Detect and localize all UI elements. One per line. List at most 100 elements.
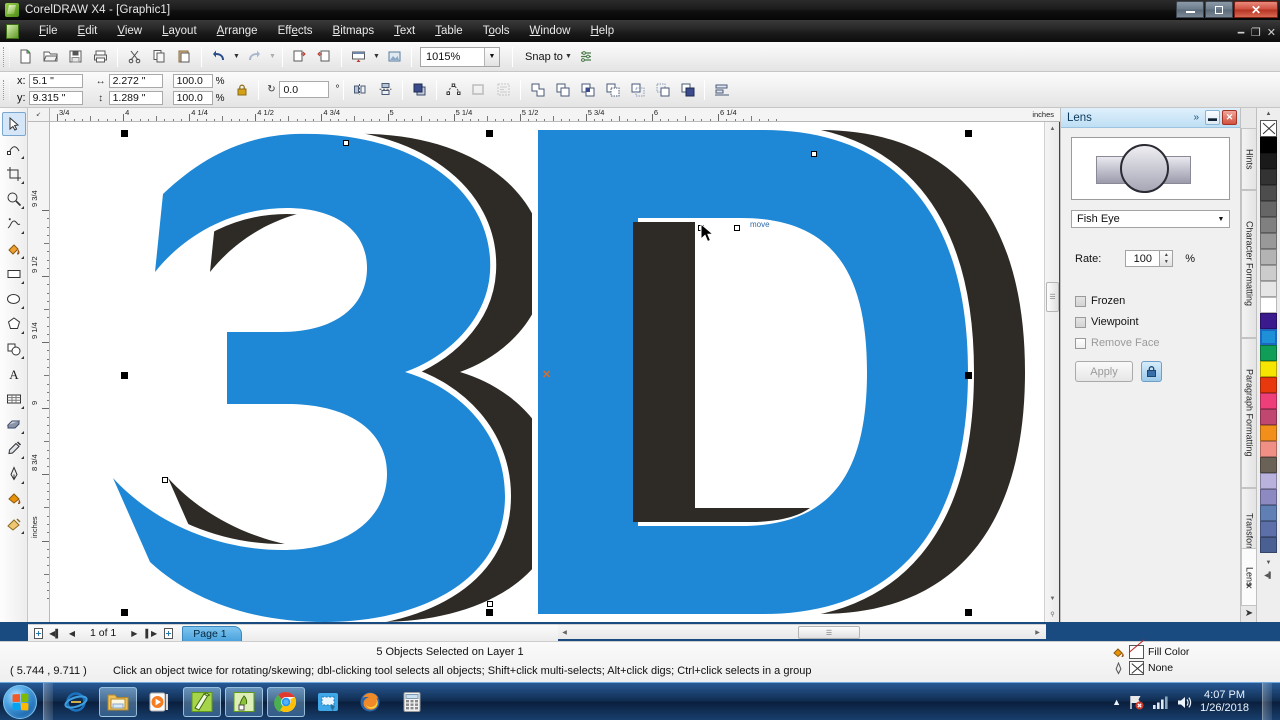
docker-tab-paragraph-formatting[interactable]: Paragraph Formatting [1241,338,1257,488]
taskbar-item-internet-explorer[interactable] [57,687,95,717]
taskbar-item-coreldraw[interactable] [183,686,221,717]
start-button[interactable] [3,684,37,719]
scale-horizontal-input[interactable]: 100.0 [172,74,213,88]
fill-color-row[interactable]: Fill Color [1112,645,1189,659]
flyout-arrow-icon[interactable] [20,256,24,259]
paste-icon[interactable] [173,45,196,68]
ellipse-tool[interactable] [2,287,26,311]
add-page-before-icon[interactable] [31,626,45,640]
flyout-arrow-icon[interactable] [20,506,24,509]
vertical-scroll-thumb[interactable]: ☰ [1046,282,1059,312]
menu-help[interactable]: Help [580,22,624,40]
palette-swatch[interactable] [1260,425,1277,441]
front-minus-back-icon[interactable] [626,78,649,101]
y-position-input[interactable]: 9.315 " [28,91,83,105]
chevron-double-right-icon[interactable]: » [1193,112,1199,123]
flyout-arrow-icon[interactable] [20,481,24,484]
print-icon[interactable] [89,45,112,68]
palette-swatch[interactable] [1260,137,1277,153]
palette-swatch[interactable] [1260,361,1277,377]
palette-swatch[interactable] [1260,457,1277,473]
flyout-arrow-icon[interactable] [20,456,24,459]
remove-face-checkbox[interactable] [1075,337,1086,349]
outline-icon[interactable] [467,78,490,101]
zoom-level-combobox[interactable]: 1015% ▼ [420,46,500,67]
palette-swatch[interactable] [1260,265,1277,281]
redo-dropdown-arrow[interactable]: ▼ [267,45,278,68]
rate-spinner[interactable]: ▲ ▼ [1160,250,1174,267]
taskbar-item-google-chrome[interactable] [267,686,305,717]
text-tool[interactable]: A [2,362,26,386]
selection-handle-ne[interactable] [965,130,972,137]
new-document-icon[interactable] [14,45,37,68]
blend-tool[interactable] [2,412,26,436]
launcher-dropdown-arrow[interactable]: ▼ [371,45,382,68]
scroll-left-button[interactable]: ◀ [558,626,571,639]
menu-edit[interactable]: Edit [68,22,108,40]
basic-shapes-tool[interactable] [2,337,26,361]
palette-swatch[interactable] [1260,169,1277,185]
taskbar-item-media-player[interactable] [141,687,179,717]
toolbar-grip[interactable] [3,46,10,67]
doc-close-button[interactable]: ✕ [1267,26,1276,39]
page-tab-page-1[interactable]: Page 1 [182,625,242,641]
outline-color-swatch[interactable] [1129,661,1144,675]
redo-icon[interactable] [243,45,266,68]
viewpoint-checkbox-row[interactable]: Viewpoint [1075,316,1240,328]
palette-swatch[interactable] [1260,313,1277,329]
palette-swatch[interactable] [1260,233,1277,249]
mirror-horizontal-icon[interactable] [349,78,372,101]
save-icon[interactable] [64,45,87,68]
align-and-distribute-icon[interactable] [710,78,733,101]
selection-handle-w[interactable] [121,372,128,379]
scroll-up-icon[interactable]: ▲ [1261,108,1277,120]
flyout-arrow-icon[interactable] [20,356,24,359]
palette-swatch[interactable] [1260,345,1277,361]
expand-palette-icon[interactable]: ◀▌ [1261,569,1277,581]
frozen-checkbox[interactable] [1075,295,1086,307]
menu-table[interactable]: Table [425,22,473,40]
options-icon[interactable] [575,45,598,68]
menu-text[interactable]: Text [384,22,425,40]
x-position-input[interactable]: 5.1 " [28,74,83,88]
menu-tools[interactable]: Tools [473,22,520,40]
docker-minimize-button[interactable]: ▬ [1205,110,1220,125]
close-button[interactable]: ✕ [1234,1,1278,18]
menu-arrange[interactable]: Arrange [207,22,268,40]
snap-to-label[interactable]: Snap to [525,51,563,63]
palette-swatch[interactable] [1260,489,1277,505]
cut-icon[interactable] [123,45,146,68]
polygon-tool[interactable] [2,312,26,336]
viewpoint-checkbox[interactable] [1075,316,1086,328]
flyout-arrow-icon[interactable] [20,156,24,159]
rotation-angle-input[interactable]: 0.0 [279,81,330,98]
horizontal-scrollbar[interactable]: ◀ ☰ ▶ [558,624,1046,639]
menu-window[interactable]: Window [520,22,581,40]
taskbar-item-corel-photo-paint[interactable] [225,686,263,717]
palette-swatch[interactable] [1260,393,1277,409]
property-bar-grip[interactable] [3,79,10,100]
menu-file[interactable]: File [29,22,68,40]
horizontal-scroll-thumb[interactable]: ☰ [798,626,860,639]
artwork-3d-extrude[interactable] [50,122,1054,622]
menu-layout[interactable]: Layout [152,22,207,40]
remove-face-checkbox-row[interactable]: Remove Face [1075,337,1240,349]
subselection-handle-bottom-left[interactable] [162,477,168,483]
palette-swatch[interactable] [1260,377,1277,393]
drawing-canvas[interactable]: ✕ move [50,122,1054,622]
add-page-after-icon[interactable] [161,626,175,640]
scale-vertical-input[interactable]: 100.0 [172,91,213,105]
freehand-tool[interactable] [2,212,26,236]
docker-tab-hints[interactable]: Hints [1241,128,1257,190]
flyout-arrow-icon[interactable] [20,206,24,209]
zoom-to-fit-button[interactable]: ⚲ [1046,608,1059,621]
convert-to-curves-icon[interactable] [442,78,465,101]
palette-swatch[interactable] [1260,185,1277,201]
open-document-icon[interactable] [39,45,62,68]
docker-close-button[interactable]: ✕ [1222,110,1237,125]
spinner-down-icon[interactable]: ▼ [1160,259,1172,267]
undo-icon[interactable] [207,45,230,68]
selection-handle-nw[interactable] [121,130,128,137]
palette-swatch[interactable] [1260,201,1277,217]
docker-tab-lens[interactable]: Lens [1241,548,1257,606]
